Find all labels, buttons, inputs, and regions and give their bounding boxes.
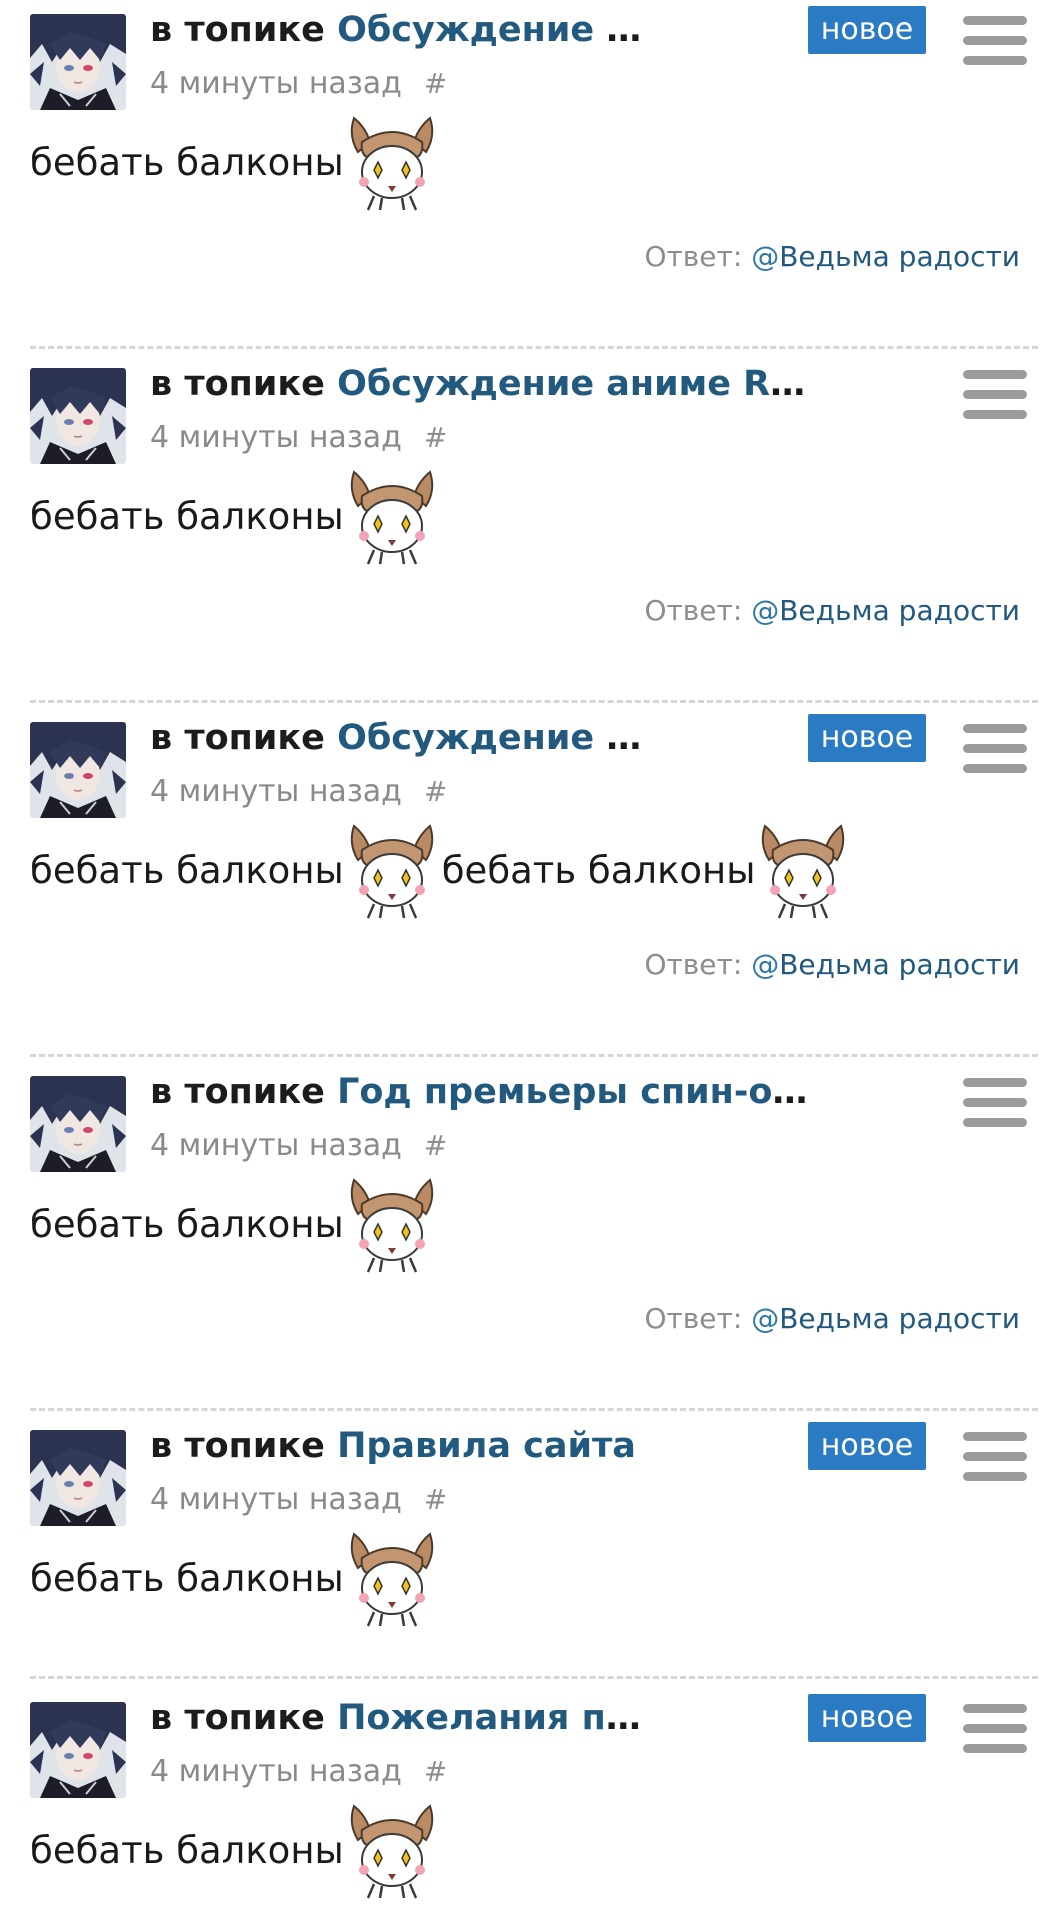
topic-link[interactable]: Пожелания по с...	[337, 1698, 650, 1738]
timestamp[interactable]: 4 минуты назад	[150, 1128, 402, 1163]
comment-body: бебать балконы	[30, 1174, 442, 1274]
deer-smiley-icon	[344, 1800, 440, 1900]
timestamp[interactable]: 4 минуты назад	[150, 774, 402, 809]
new-badge: новое	[808, 714, 926, 762]
comment-meta: 4 минуты назад #	[150, 418, 447, 458]
topic-prefix: в топике	[150, 1072, 325, 1112]
comment-meta: 4 минуты назад #	[150, 1752, 447, 1792]
comment-text-2: бебать балконы	[441, 848, 756, 892]
deer-smiley-icon	[344, 1174, 440, 1274]
reply-label: Ответ:	[644, 594, 743, 627]
separator	[30, 700, 1038, 703]
reply-user-link[interactable]: Ведьма радости	[779, 594, 1020, 627]
reply-at[interactable]: @	[751, 240, 779, 273]
reply-line: Ответ: @Ведьма радости	[644, 240, 1020, 273]
reply-at[interactable]: @	[751, 948, 779, 981]
reply-line: Ответ: @Ведьма радости	[644, 594, 1020, 627]
comment-header: в топике Правила сайта	[150, 1420, 650, 1472]
reply-at[interactable]: @	[751, 594, 779, 627]
separator	[30, 1408, 1038, 1411]
avatar[interactable]	[30, 1702, 126, 1798]
comment-header: в топике Пожелания по с...	[150, 1692, 650, 1744]
reply-user-link[interactable]: Ведьма радости	[779, 1302, 1020, 1335]
topic-link[interactable]: Правила сайта	[337, 1426, 636, 1466]
deer-smiley-icon	[344, 112, 440, 212]
comment-body: бебать балконы	[30, 1800, 442, 1900]
comment-text: бебать балконы	[30, 848, 344, 892]
topic-prefix: в топике	[150, 364, 325, 404]
new-badge: новое	[808, 6, 926, 54]
hamburger-menu-icon[interactable]	[963, 724, 1027, 774]
hamburger-menu-icon[interactable]	[963, 370, 1027, 420]
comment-header: в топике Обсуждение ани...	[150, 712, 650, 764]
topic-link[interactable]: Обсуждение ани...	[337, 10, 650, 50]
comment-header: в топике Обсуждение ани...	[150, 4, 650, 56]
permalink-hash[interactable]: #	[424, 1483, 447, 1516]
timestamp[interactable]: 4 минуты назад	[150, 1482, 402, 1517]
permalink-hash[interactable]: #	[424, 775, 447, 808]
avatar[interactable]	[30, 1430, 126, 1526]
hamburger-menu-icon[interactable]	[963, 1078, 1027, 1128]
topic-prefix: в топике	[150, 10, 325, 50]
reply-label: Ответ:	[644, 948, 743, 981]
avatar[interactable]	[30, 14, 126, 110]
topic-prefix: в топике	[150, 718, 325, 758]
comment-body: бебать балконы бебать балконы	[30, 820, 853, 920]
avatar[interactable]	[30, 368, 126, 464]
permalink-hash[interactable]: #	[424, 1129, 447, 1162]
deer-smiley-icon	[344, 1528, 440, 1628]
avatar[interactable]	[30, 1076, 126, 1172]
separator	[30, 1054, 1038, 1057]
comment-body: бебать балконы	[30, 1528, 442, 1628]
topic-link[interactable]: Обсуждение аниме Rurouni Ken...	[337, 364, 810, 404]
permalink-hash[interactable]: #	[424, 421, 447, 454]
timestamp[interactable]: 4 минуты назад	[150, 420, 402, 455]
reply-label: Ответ:	[644, 240, 743, 273]
comment-text: бебать балконы	[30, 1202, 344, 1246]
timestamp[interactable]: 4 минуты назад	[150, 66, 402, 101]
reply-user-link[interactable]: Ведьма радости	[779, 240, 1020, 273]
hamburger-menu-icon[interactable]	[963, 1432, 1027, 1482]
topic-link[interactable]: Год премьеры спин-офф аниме ...	[337, 1072, 810, 1112]
deer-smiley-icon	[344, 466, 440, 566]
deer-smiley-icon	[755, 820, 851, 920]
comment-meta: 4 минуты назад #	[150, 64, 447, 104]
topic-prefix: в топике	[150, 1698, 325, 1738]
permalink-hash[interactable]: #	[424, 1755, 447, 1788]
topic-link[interactable]: Обсуждение ани...	[337, 718, 650, 758]
comment-body: бебать балконы	[30, 466, 442, 566]
comment-header: в топике Обсуждение аниме Rurouni Ken...	[150, 358, 810, 410]
comment-meta: 4 минуты назад #	[150, 1126, 447, 1166]
comment-meta: 4 минуты назад #	[150, 772, 447, 812]
reply-at[interactable]: @	[751, 1302, 779, 1335]
reply-line: Ответ: @Ведьма радости	[644, 1302, 1020, 1335]
hamburger-menu-icon[interactable]	[963, 1704, 1027, 1754]
permalink-hash[interactable]: #	[424, 67, 447, 100]
new-badge: новое	[808, 1694, 926, 1742]
comment-body: бебать балконы	[30, 112, 442, 212]
comment-text: бебать балконы	[30, 1828, 344, 1872]
comment-text: бебать балконы	[30, 1556, 344, 1600]
avatar[interactable]	[30, 722, 126, 818]
hamburger-menu-icon[interactable]	[963, 16, 1027, 66]
reply-user-link[interactable]: Ведьма радости	[779, 948, 1020, 981]
separator	[30, 1676, 1038, 1679]
comment-text: бебать балконы	[30, 140, 344, 184]
topic-prefix: в топике	[150, 1426, 325, 1466]
reply-line: Ответ: @Ведьма радости	[644, 948, 1020, 981]
new-badge: новое	[808, 1422, 926, 1470]
comment-header: в топике Год премьеры спин-офф аниме ...	[150, 1066, 810, 1118]
separator	[30, 346, 1038, 349]
reply-label: Ответ:	[644, 1302, 743, 1335]
deer-smiley-icon	[344, 820, 440, 920]
comment-text: бебать балконы	[30, 494, 344, 538]
timestamp[interactable]: 4 минуты назад	[150, 1754, 402, 1789]
comment-meta: 4 минуты назад #	[150, 1480, 447, 1520]
